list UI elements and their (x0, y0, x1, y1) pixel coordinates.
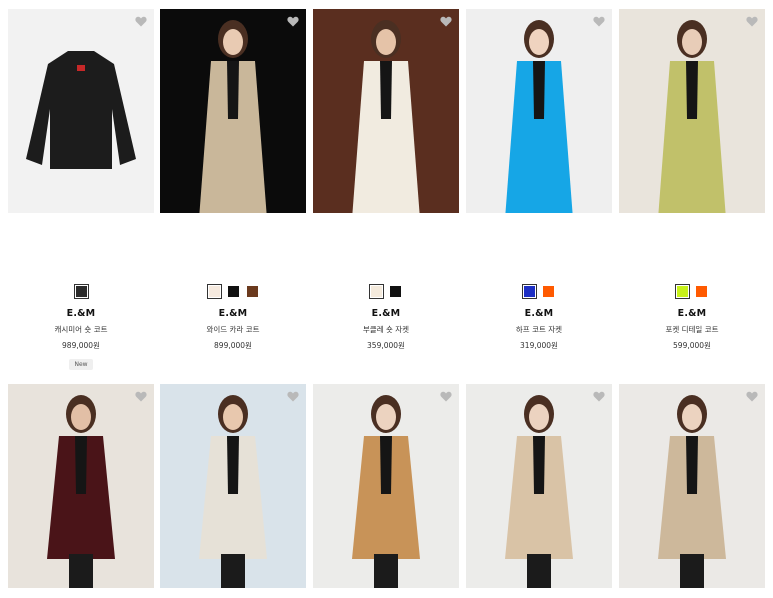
color-swatch[interactable] (696, 286, 707, 297)
product-image[interactable] (8, 9, 154, 213)
wishlist-heart-icon[interactable] (440, 391, 452, 402)
new-badge: New (69, 359, 93, 370)
product-card[interactable] (160, 384, 306, 588)
product-card[interactable] (466, 384, 612, 588)
model-figure (199, 20, 267, 213)
color-swatch[interactable] (206, 284, 222, 299)
color-swatch[interactable] (246, 286, 258, 297)
model-figure (505, 395, 573, 588)
product-card[interactable]: E.&M 와이드 카라 코트 899,000원 (160, 9, 306, 350)
model-figure (199, 395, 267, 588)
color-swatches (313, 284, 459, 300)
model-figure (505, 20, 573, 213)
product-name[interactable]: 하프 코트 자켓 (466, 324, 612, 335)
product-info: E.&M 캐시미어 숏 코트 989,000원 New (8, 284, 154, 370)
product-brand: E.&M (371, 308, 401, 319)
wishlist-heart-icon[interactable] (287, 391, 299, 402)
wishlist-heart-icon[interactable] (746, 391, 758, 402)
product-price: 899,000원 (214, 341, 252, 350)
wishlist-heart-icon[interactable] (135, 391, 147, 402)
product-card[interactable] (619, 384, 765, 588)
color-swatch[interactable] (73, 284, 89, 299)
color-swatch[interactable] (369, 284, 384, 299)
model-figure (658, 395, 726, 588)
product-image[interactable] (313, 384, 459, 588)
product-name[interactable]: 캐시미어 숏 코트 (8, 324, 154, 335)
product-brand: E.&M (677, 308, 707, 319)
product-card[interactable] (8, 384, 154, 588)
wishlist-heart-icon[interactable] (440, 16, 452, 27)
model-figure (26, 51, 136, 169)
color-swatches (466, 284, 612, 300)
product-card[interactable]: E.&M 부클레 숏 자켓 359,000원 (313, 9, 459, 350)
product-price: 989,000원 (62, 341, 100, 350)
product-name[interactable]: 부클레 숏 자켓 (313, 324, 459, 335)
product-brand: E.&M (66, 308, 96, 319)
product-brand: E.&M (524, 308, 554, 319)
product-info: E.&M 부클레 숏 자켓 359,000원 (313, 284, 459, 351)
product-info: E.&M 하프 코트 자켓 319,000원 (466, 284, 612, 351)
product-image[interactable] (160, 9, 306, 213)
color-swatch[interactable] (675, 284, 690, 299)
color-swatch[interactable] (522, 284, 537, 299)
wishlist-heart-icon[interactable] (593, 16, 605, 27)
color-swatches (619, 284, 765, 300)
color-swatches (8, 284, 154, 300)
model-figure (352, 20, 420, 213)
model-figure (47, 395, 115, 588)
product-image[interactable] (313, 9, 459, 213)
product-image[interactable] (619, 9, 765, 213)
product-image[interactable] (466, 384, 612, 588)
product-brand: E.&M (218, 308, 248, 319)
product-grid: E.&M 캐시미어 숏 코트 989,000원 New E.&M 와이드 카라 코트 899… (0, 0, 773, 598)
model-figure (658, 20, 726, 213)
wishlist-heart-icon[interactable] (593, 391, 605, 402)
product-price: 599,000원 (673, 341, 711, 350)
product-card[interactable]: E.&M 포켓 디테일 코트 599,000원 (619, 9, 765, 350)
product-image[interactable] (8, 384, 154, 588)
model-figure (352, 395, 420, 588)
color-swatch[interactable] (227, 286, 239, 297)
product-name[interactable]: 와이드 카라 코트 (160, 324, 306, 335)
wishlist-heart-icon[interactable] (287, 16, 299, 27)
product-image[interactable] (619, 384, 765, 588)
product-info: E.&M 포켓 디테일 코트 599,000원 (619, 284, 765, 351)
product-card[interactable]: E.&M 하프 코트 자켓 319,000원 (466, 9, 612, 350)
color-swatches (160, 284, 306, 300)
product-info: E.&M 와이드 카라 코트 899,000원 (160, 284, 306, 351)
color-swatch[interactable] (390, 286, 401, 297)
color-swatch[interactable] (543, 286, 554, 297)
product-name[interactable]: 포켓 디테일 코트 (619, 324, 765, 335)
product-price: 359,000원 (367, 341, 405, 350)
product-card[interactable] (313, 384, 459, 588)
product-card[interactable]: E.&M 캐시미어 숏 코트 989,000원 New (8, 9, 154, 370)
product-image[interactable] (466, 9, 612, 213)
product-image[interactable] (160, 384, 306, 588)
wishlist-heart-icon[interactable] (135, 16, 147, 27)
wishlist-heart-icon[interactable] (746, 16, 758, 27)
product-price: 319,000원 (520, 341, 558, 350)
